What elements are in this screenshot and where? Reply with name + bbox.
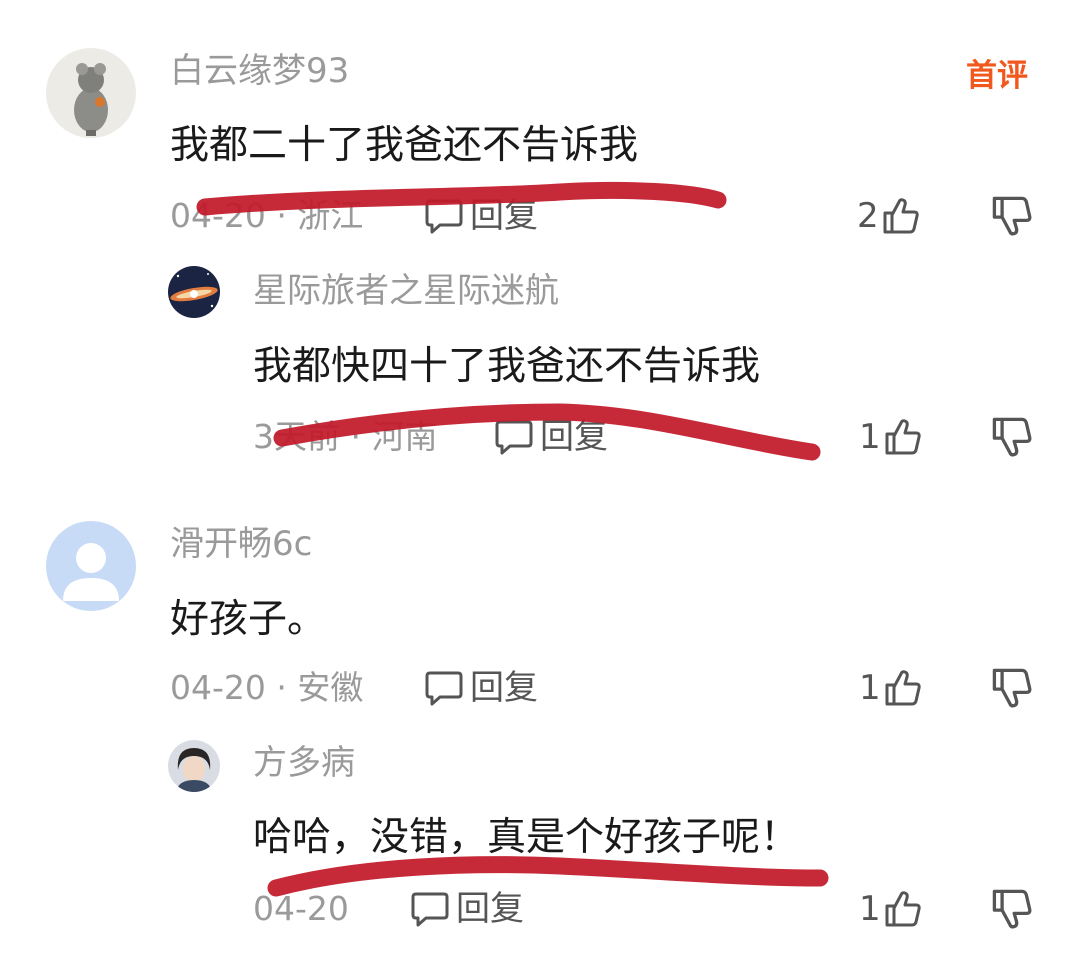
comment-text: 好孩子。: [170, 597, 327, 642]
reply-meta: 3天前 · 河南: [253, 417, 438, 456]
comment-meta: 04-20 · 浙江: [170, 196, 364, 235]
comment-text: 我都二十了我爸还不告诉我: [170, 123, 639, 168]
like-button[interactable]: 1: [859, 417, 923, 457]
thumbs-up-icon: [885, 419, 921, 455]
thumbs-down-icon: [992, 417, 1032, 457]
reply-text: 哈哈，没错，真是个好孩子呢！: [253, 815, 800, 860]
comment-bubble-icon: [495, 420, 533, 455]
avatar[interactable]: [168, 740, 220, 792]
reply-label: 回复: [456, 889, 524, 929]
like-button[interactable]: 1: [859, 668, 923, 708]
like-button[interactable]: 1: [859, 889, 923, 929]
reply-button[interactable]: 回复: [410, 889, 524, 929]
username[interactable]: 星际旅者之星际迷航: [253, 271, 559, 311]
galaxy-avatar-icon: [168, 266, 220, 318]
like-count: 2: [857, 196, 879, 236]
reply-button[interactable]: 回复: [494, 417, 608, 457]
like-count: 1: [859, 889, 881, 929]
comment-bubble-icon: [411, 892, 449, 927]
reply-label: 回复: [470, 668, 538, 708]
first-comment-badge: 首评: [966, 58, 1028, 94]
comment-bubble-icon: [425, 671, 463, 706]
username[interactable]: 白云缘梦93: [170, 51, 349, 91]
comment-meta: 04-20 · 安徽: [170, 668, 364, 707]
like-button[interactable]: 2: [857, 196, 921, 236]
thumbs-up-icon: [883, 198, 919, 234]
dislike-button[interactable]: [990, 666, 1034, 710]
like-count: 1: [859, 668, 881, 708]
username[interactable]: 滑开畅6c: [170, 524, 312, 564]
reply-label: 回复: [470, 196, 538, 236]
username[interactable]: 方多病: [253, 743, 355, 783]
thumbs-up-icon: [885, 891, 921, 927]
like-count: 1: [859, 417, 881, 457]
reply-meta: 04-20: [253, 889, 349, 928]
avatar[interactable]: [168, 266, 220, 318]
reply-button[interactable]: 回复: [424, 668, 538, 708]
reply-text: 我都快四十了我爸还不告诉我: [253, 344, 761, 389]
dislike-button[interactable]: [990, 415, 1034, 459]
comment-bubble-icon: [425, 199, 463, 234]
reply-label: 回复: [540, 417, 608, 457]
mouse-figurine-avatar-icon: [46, 48, 136, 138]
avatar[interactable]: [46, 521, 136, 611]
red-underline-stroke: [267, 856, 829, 897]
thumbs-down-icon: [992, 889, 1032, 929]
avatar[interactable]: [46, 48, 136, 138]
reply-button[interactable]: 回复: [424, 196, 538, 236]
thumbs-down-icon: [992, 668, 1032, 708]
thumbs-down-icon: [992, 196, 1032, 236]
thumbs-up-icon: [885, 670, 921, 706]
dislike-button[interactable]: [990, 194, 1034, 238]
portrait-avatar-icon: [168, 740, 220, 792]
dislike-button[interactable]: [990, 887, 1034, 931]
default-user-avatar-icon: [46, 521, 136, 611]
comment-list: 白云缘梦93 首评 我都二十了我爸还不告诉我 04-20 · 浙江 回复 2 星…: [0, 0, 1080, 968]
